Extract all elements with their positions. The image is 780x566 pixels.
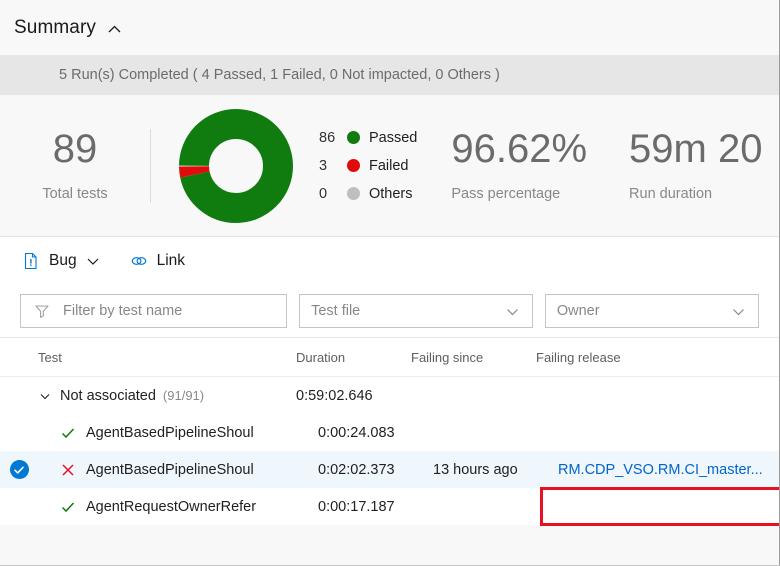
test-file-value: Test file [311, 303, 361, 319]
table-header-row: Test Duration Failing since Failing rele… [0, 338, 779, 377]
check-icon [60, 499, 76, 515]
link-icon [130, 252, 148, 270]
duration-cell: 0:59:02.646 [296, 387, 373, 404]
chevron-down-icon[interactable] [731, 304, 746, 319]
chevron-down-icon[interactable] [86, 254, 100, 268]
legend-label-others: Others [369, 185, 413, 202]
test-cell[interactable]: AgentBasedPipelineShoul [38, 425, 318, 441]
bug-file-icon [22, 252, 40, 270]
owner-dropdown[interactable]: Owner [544, 294, 759, 328]
divider [150, 128, 151, 203]
total-tests-label: Total tests [42, 186, 108, 202]
test-name: AgentBasedPipelineShoul [86, 424, 254, 441]
legend-count-failed: 3 [319, 157, 328, 174]
legend-item-failed: 3 Failed [319, 156, 417, 175]
chevron-down-icon[interactable] [505, 304, 520, 319]
outcome-donut-chart [177, 107, 295, 225]
test-file-dropdown[interactable]: Test file [299, 294, 533, 328]
legend-count-passed: 86 [319, 129, 336, 146]
row-selected-check-icon[interactable] [9, 460, 29, 479]
summary-metrics: 89 Total tests 86 Passed 3 Failed 0 Othe… [0, 95, 779, 237]
table-row[interactable]: Not associated (91/91) 0:59:02.646 [0, 377, 779, 414]
owner-value: Owner [556, 303, 600, 319]
search-input[interactable]: Filter by test name [20, 294, 288, 328]
legend-dot-passed [347, 131, 360, 144]
duration-cell: 0:00:17.187 [318, 498, 395, 515]
chart-legend: 86 Passed 3 Failed 0 Others [319, 128, 417, 203]
header-failing-since[interactable]: Failing since [411, 350, 536, 365]
duration-cell: 0:00:24.083 [318, 424, 395, 441]
legend-count-others: 0 [319, 185, 328, 202]
header-test[interactable]: Test [38, 350, 296, 365]
legend-label-passed: Passed [369, 129, 418, 146]
failing-release-link[interactable]: RM.CDP_VSO.RM.CI_master... [558, 462, 763, 478]
metric-run-duration: 59m 20 Run duration [629, 129, 762, 202]
bug-label: Bug [49, 252, 77, 269]
header-duration[interactable]: Duration [296, 350, 411, 365]
legend-dot-others [347, 187, 360, 200]
chevron-up-icon[interactable] [107, 22, 122, 37]
test-cell[interactable]: AgentBasedPipelineShoul [38, 462, 318, 478]
run-duration-label: Run duration [629, 186, 713, 202]
test-name: AgentRequestOwnerRefer [86, 498, 257, 515]
search-input-placeholder: Filter by test name [63, 303, 183, 319]
test-name: AgentBasedPipelineShoul [86, 461, 254, 478]
pass-percentage-label: Pass percentage [451, 186, 561, 202]
duration-cell: 0:02:02.373 [318, 461, 395, 478]
legend-item-others: 0 Others [319, 184, 417, 203]
table-row[interactable]: AgentRequestOwnerRefer 0:00:17.187 [0, 488, 779, 525]
test-results-table: Test Duration Failing since Failing rele… [0, 337, 779, 525]
failing-since-cell: 13 hours ago [433, 461, 518, 478]
group-cell[interactable]: Not associated (91/91) [38, 388, 296, 404]
legend-item-passed: 86 Passed [319, 128, 417, 147]
run-duration-value: 59m 20 [629, 127, 763, 171]
check-icon [60, 425, 76, 441]
legend-label-failed: Failed [369, 157, 409, 174]
run-status-text: 5 Run(s) Completed ( 4 Passed, 1 Failed,… [59, 67, 500, 83]
bug-button[interactable]: Bug [22, 252, 100, 270]
link-button[interactable]: Link [130, 252, 185, 270]
chevron-down-icon[interactable] [38, 389, 52, 403]
metric-pass-percentage: 96.62% Pass percentage [451, 129, 587, 202]
group-label: Not associated [60, 387, 156, 404]
run-status-band: 5 Run(s) Completed ( 4 Passed, 1 Failed,… [0, 55, 779, 95]
failing-release-cell[interactable]: RM.CDP_VSO.RM.CI_master... [558, 462, 779, 478]
group-count: (91/91) [162, 388, 205, 403]
table-row[interactable]: AgentBasedPipelineShoul 0:02:02.373 13 h… [0, 451, 779, 488]
test-cell[interactable]: AgentRequestOwnerRefer [38, 499, 318, 515]
link-label: Link [156, 252, 186, 269]
legend-dot-failed [347, 159, 360, 172]
pass-percentage-value: 96.62% [451, 127, 588, 171]
summary-header[interactable]: Summary [0, 0, 779, 55]
x-icon [60, 462, 76, 478]
total-tests-value: 89 [52, 127, 98, 171]
table-row[interactable]: AgentBasedPipelineShoul 0:00:24.083 [0, 414, 779, 451]
row-select-cell[interactable] [0, 460, 38, 479]
funnel-icon [34, 303, 50, 319]
metric-total-tests: 89 Total tests [0, 129, 150, 202]
filter-bar: Filter by test name Test file Owner [0, 285, 779, 337]
test-results-panel: Summary 5 Run(s) Completed ( 4 Passed, 1… [0, 0, 780, 566]
page-title: Summary [14, 16, 96, 38]
results-toolbar: Bug Link [0, 237, 779, 285]
header-failing-release[interactable]: Failing release [536, 350, 779, 365]
